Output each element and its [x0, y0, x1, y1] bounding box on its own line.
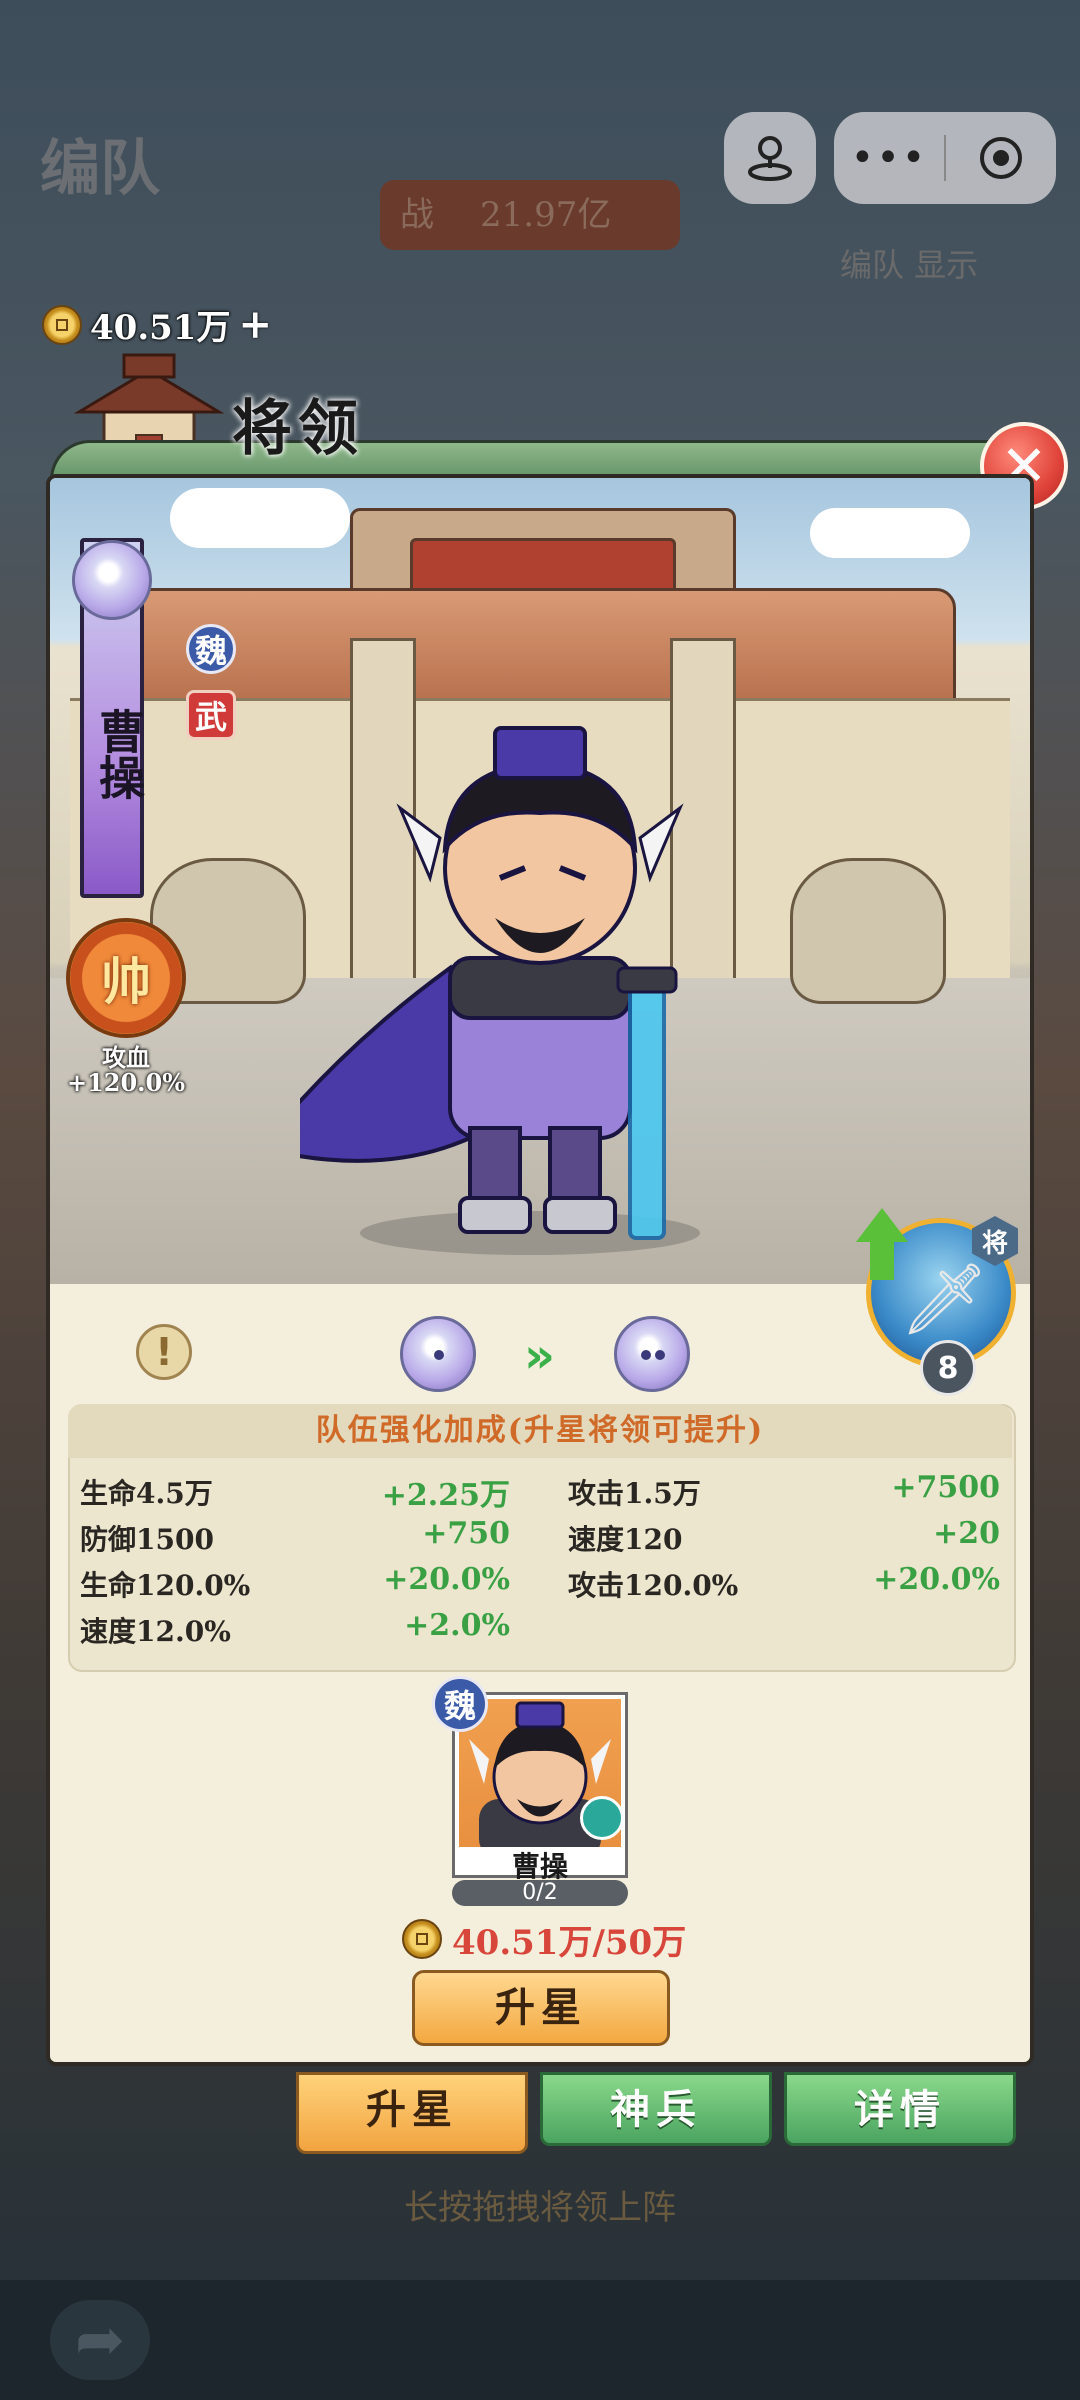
material-faction-badge: 魏 [432, 1676, 488, 1732]
material-hero-name: 曹操 [511, 1850, 568, 1883]
stat-bonus: +2.25万 [381, 1478, 510, 1513]
hero-character [300, 726, 700, 1255]
coin-icon [402, 1919, 442, 1959]
stat-bonus: +20.0% [873, 1562, 1000, 1597]
marshal-badge: 帅 [66, 918, 186, 1038]
stat-bonus: +2.0% [404, 1608, 510, 1643]
hero-name: 曹操 [92, 708, 146, 800]
more-menu-button[interactable]: ••• [834, 135, 944, 181]
upgrade-arrow-icon [856, 1208, 908, 1242]
general-panel: 曹操 魏 武 帅 攻血 +120.0% 🗡 将 8 ! » 队伍强化加成(升星将… [46, 474, 1034, 2066]
stat-label: 速度120 [568, 1523, 683, 1556]
panel-title: 将领 [232, 394, 364, 464]
background-right-label: 编队 显示 [840, 246, 979, 284]
background-power-bar: 战 21.97亿 [380, 180, 680, 250]
tab-star-upgrade[interactable]: 升星 [296, 2072, 528, 2154]
star-upgrade-button[interactable]: 升星 [412, 1970, 670, 2046]
gate-roof [130, 588, 956, 704]
faction-badge: 魏 [186, 624, 236, 674]
cloud [810, 508, 970, 558]
background-bottom-hint: 长按拖拽将领上阵 [404, 2188, 676, 2228]
background-power-label: 战 [400, 195, 434, 235]
background-power-value: 21.97亿 [480, 195, 612, 235]
role-badge: 武 [186, 690, 236, 740]
stat-bonus: +20 [933, 1516, 1000, 1551]
sword-icon: 🗡 [900, 1258, 989, 1340]
stat-bonus: +20.0% [383, 1562, 510, 1597]
stone-lion [790, 858, 946, 1004]
add-currency-button[interactable]: + [238, 301, 272, 348]
next-arrow-icon: » [524, 1328, 556, 1384]
target-icon [980, 137, 1022, 179]
close-miniprogram-button[interactable] [946, 133, 1056, 183]
skill-level: 8 [920, 1340, 976, 1396]
hero-scene: 曹操 魏 武 帅 攻血 +120.0% [50, 478, 1030, 1284]
stat-label: 生命120.0% [80, 1569, 251, 1602]
stat-bonus: +7500 [891, 1470, 1000, 1505]
upgrade-cost: 40.51万/50万 [402, 1914, 702, 1964]
upgrade-arrow-stem [870, 1240, 894, 1280]
capsule-menu: ••• [834, 112, 1056, 204]
material-gem-icon [580, 1796, 624, 1840]
cloud [170, 488, 350, 548]
joystick-button[interactable] [724, 112, 816, 204]
currency-display[interactable]: 40.51万 + [42, 300, 272, 349]
currency-amount: 40.51万 [90, 308, 231, 348]
upgrade-cost-text: 40.51万/50万 [452, 1922, 687, 1963]
current-star-orb-icon [400, 1316, 476, 1392]
material-count: 0/2 [452, 1880, 628, 1906]
info-icon[interactable]: ! [136, 1324, 192, 1380]
tab-details[interactable]: 详情 [784, 2072, 1016, 2146]
stat-label: 生命4.5万 [80, 1477, 213, 1510]
stat-label: 防御1500 [80, 1523, 214, 1556]
next-star-orb-icon [614, 1316, 690, 1392]
background-bottom-bar [0, 2280, 1080, 2400]
joystick-icon [748, 136, 792, 181]
star-gem-icon [72, 540, 154, 622]
coin-icon [42, 304, 82, 345]
background-page-title: 编队 [40, 134, 160, 204]
back-arrow-icon: ➦ [50, 2300, 150, 2380]
tab-divine-weapon[interactable]: 神兵 [540, 2072, 772, 2146]
stat-bonus: +750 [422, 1516, 510, 1551]
team-bonus-title: 队伍强化加成(升星将领可提升) [68, 1404, 1012, 1458]
stat-label: 速度12.0% [80, 1615, 231, 1648]
marshal-bonus-value: +120.0% [66, 1068, 186, 1097]
stat-label: 攻击120.0% [568, 1569, 739, 1602]
stat-label: 攻击1.5万 [568, 1477, 701, 1510]
